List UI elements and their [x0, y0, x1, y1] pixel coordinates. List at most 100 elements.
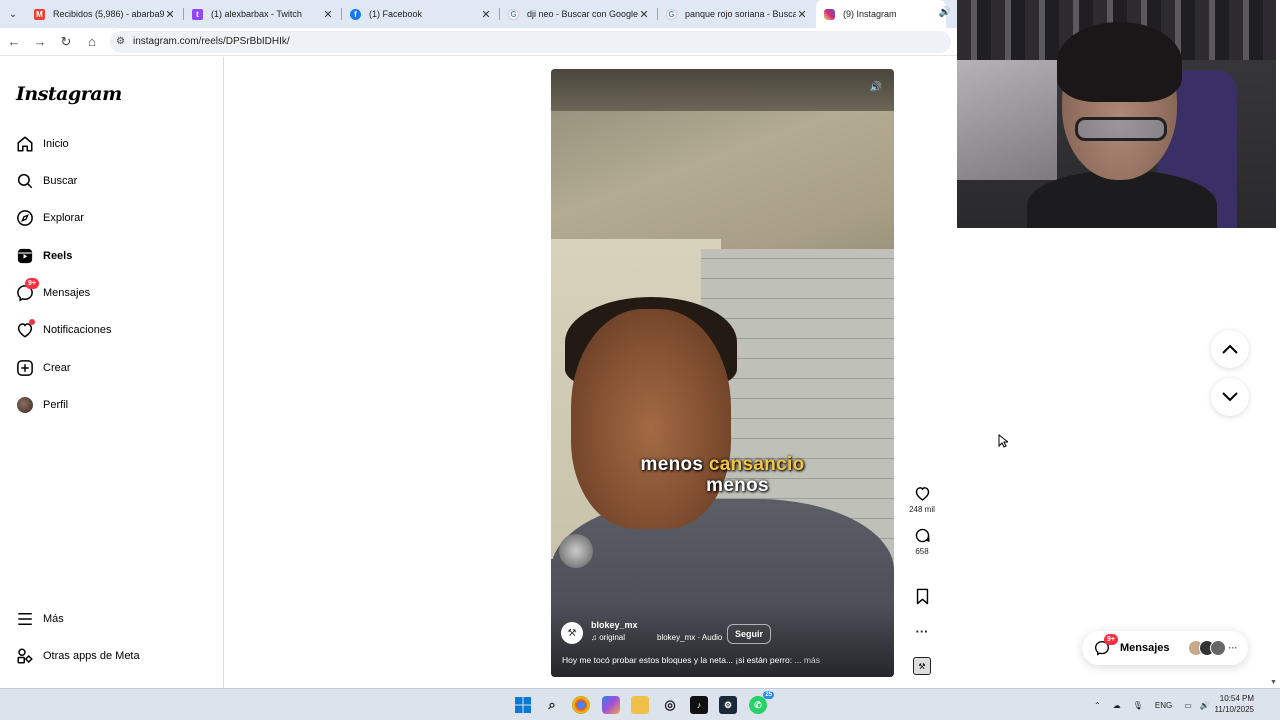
twitch-icon: t — [192, 8, 203, 20]
sidebar-item-perfil[interactable]: Perfil — [16, 392, 68, 418]
audio-thumbnail[interactable]: ⚒ — [913, 657, 931, 675]
tab-facebook[interactable]: f (1) Facebook ✕ — [342, 0, 500, 28]
next-reel-button[interactable] — [1211, 378, 1249, 416]
more-options-button[interactable]: ··· — [904, 622, 940, 643]
original-audio-label[interactable]: ♫ original — [591, 633, 625, 642]
tab-google-panque[interactable]: G panque rojo soriana - Buscar c ✕ — [658, 0, 816, 28]
sidebar-item-notificaciones[interactable]: Notificaciones — [16, 317, 111, 343]
webcam-person-hair — [1057, 22, 1182, 102]
author-avatar[interactable]: ⚒ — [561, 622, 583, 644]
like-button[interactable]: 248 mil — [904, 484, 940, 514]
sidebar-item-reels[interactable]: Reels — [16, 243, 72, 269]
close-icon[interactable]: ✕ — [796, 8, 808, 21]
sidebar-item-mensajes[interactable]: 9+ Mensajes — [16, 278, 90, 306]
close-icon[interactable]: ✕ — [480, 8, 492, 21]
sidebar-item-mas[interactable]: Más — [16, 606, 64, 632]
sidebar-item-inicio[interactable]: Inicio — [16, 131, 69, 157]
sound-on-icon[interactable]: 🔊 — [868, 79, 884, 95]
tray-app-icon[interactable]: ☁ — [1113, 701, 1121, 710]
sidebar-item-label: Inicio — [43, 138, 69, 150]
save-button[interactable] — [904, 587, 940, 608]
forward-icon[interactable]: → — [28, 30, 52, 54]
obs-icon[interactable]: ◎ — [661, 696, 679, 714]
more-link[interactable]: ... más — [794, 655, 820, 665]
menu-icon — [16, 610, 34, 628]
gmail-icon: M — [34, 8, 45, 20]
messenger-icon: 9+ — [1094, 634, 1118, 656]
back-icon[interactable]: ← — [2, 30, 26, 54]
comment-button[interactable]: 658 — [904, 526, 940, 556]
bookmark-icon — [915, 587, 930, 605]
heart-icon — [16, 319, 35, 339]
ellipsis-icon: ··· — [1228, 643, 1238, 653]
windows-start-icon[interactable] — [514, 696, 532, 714]
volume-icon[interactable]: 🔊 — [1200, 701, 1210, 710]
previous-reel-button[interactable] — [1211, 330, 1249, 368]
close-icon[interactable]: ✕ — [164, 8, 176, 21]
copilot-icon[interactable] — [602, 696, 620, 714]
sidebar-item-crear[interactable]: Crear — [16, 355, 71, 381]
sidebar-item-label: Más — [43, 613, 64, 625]
home-icon[interactable]: ⌂ — [80, 30, 104, 54]
tab-strip: ⌄ M Recibidos (5,986) - abarba904@ ✕ t (… — [0, 0, 957, 28]
sidebar-item-meta[interactable]: Otras apps de Meta — [16, 643, 140, 669]
recent-contacts: ··· — [1187, 640, 1238, 656]
tab-google-dji[interactable]: G dji neo - Buscar con Google ✕ — [500, 0, 658, 28]
site-settings-icon[interactable]: ⚙ — [116, 36, 125, 47]
google-icon: G — [508, 8, 519, 20]
tab-title: dji neo - Buscar con Google — [527, 9, 638, 19]
tray-expand-icon[interactable]: ⌃ — [1094, 701, 1101, 710]
facebook-icon: f — [350, 8, 361, 20]
webcam-glasses — [1075, 117, 1167, 141]
taskbar-clock[interactable]: 10:54 PM 11/10/2025 — [1215, 693, 1254, 715]
tiktok-icon[interactable]: ♪ — [690, 696, 708, 714]
caption-highlight: cansancio — [708, 454, 805, 475]
sidebar-item-label: Perfil — [43, 399, 69, 411]
author-name[interactable]: blokey_mx — [591, 620, 638, 630]
search-icon[interactable]: ⌕ — [543, 696, 561, 714]
tab-search-chevron-icon[interactable]: ⌄ — [0, 0, 26, 28]
lapel-mic — [559, 534, 593, 568]
audio-link[interactable]: blokey_mx · Audio — [657, 633, 722, 642]
like-count: 248 mil — [909, 505, 935, 514]
file-explorer-icon[interactable] — [631, 696, 649, 714]
sidebar-item-explorar[interactable]: Explorar — [16, 205, 84, 231]
follow-button[interactable]: Seguir — [727, 624, 772, 644]
close-icon[interactable]: ✕ — [638, 8, 650, 21]
sidebar-item-buscar[interactable]: Buscar — [16, 168, 77, 194]
heart-icon — [914, 484, 931, 502]
messages-pill[interactable]: 9+ Mensajes ··· — [1082, 631, 1248, 665]
chevron-up-icon — [1222, 344, 1238, 354]
url-text: instagram.com/reels/DPSrBbIDHIk/ — [132, 36, 290, 47]
messages-badge: 9+ — [25, 278, 39, 289]
windows-taskbar: ⌕ ◎ ♪ ⚙ ✆ 25 ⌃ ☁ 🎙 ENG ▭ 🔊 10:54 PM 11/1… — [0, 688, 1280, 720]
tab-title: panque rojo soriana - Buscar c — [685, 9, 796, 19]
close-icon[interactable]: ✕ — [322, 8, 334, 21]
original-text: original — [599, 633, 626, 642]
reel-video[interactable]: 🔊 menos cansancio menos ⚒ blokey_mx ♫ or… — [551, 69, 894, 677]
reload-icon[interactable]: ↻ — [54, 30, 78, 54]
network-icon[interactable]: ▭ — [1184, 701, 1192, 710]
steam-icon[interactable]: ⚙ — [719, 696, 737, 714]
tab-gmail[interactable]: M Recibidos (5,986) - abarba904@ ✕ — [26, 0, 184, 28]
tab-title: (1) alexbarbax - Twitch — [211, 9, 302, 19]
comment-count: 658 — [915, 547, 929, 556]
mouse-cursor-icon — [998, 434, 1008, 448]
language-indicator[interactable]: ENG — [1155, 701, 1172, 710]
scroll-down-arrow-icon[interactable]: ▼ — [1270, 679, 1277, 686]
url-field[interactable]: ⚙ instagram.com/reels/DPSrBbIDHIk/ — [110, 30, 951, 53]
reel-description[interactable]: Hoy me tocó probar estos bloques y la ne… — [562, 655, 820, 665]
webcam-overlay — [957, 0, 1276, 228]
instagram-logo[interactable]: Instagram — [16, 83, 122, 105]
sidebar-item-label: Buscar — [43, 175, 78, 187]
system-tray: ⌃ ☁ 🎙 ENG ▭ 🔊 — [1094, 689, 1210, 720]
search-icon — [16, 172, 34, 190]
tab-twitch[interactable]: t (1) alexbarbax - Twitch ✕ — [184, 0, 342, 28]
whatsapp-icon[interactable]: ✆ 25 — [749, 691, 774, 714]
speaker-icon[interactable]: 🔊 — [939, 7, 951, 18]
webcam-bed — [957, 60, 1057, 180]
microphone-icon[interactable]: 🎙 — [1133, 701, 1143, 710]
sidebar-item-label: Crear — [43, 362, 71, 374]
chrome-icon[interactable] — [572, 696, 590, 714]
tab-instagram[interactable]: (9) Instagram — [816, 0, 946, 28]
